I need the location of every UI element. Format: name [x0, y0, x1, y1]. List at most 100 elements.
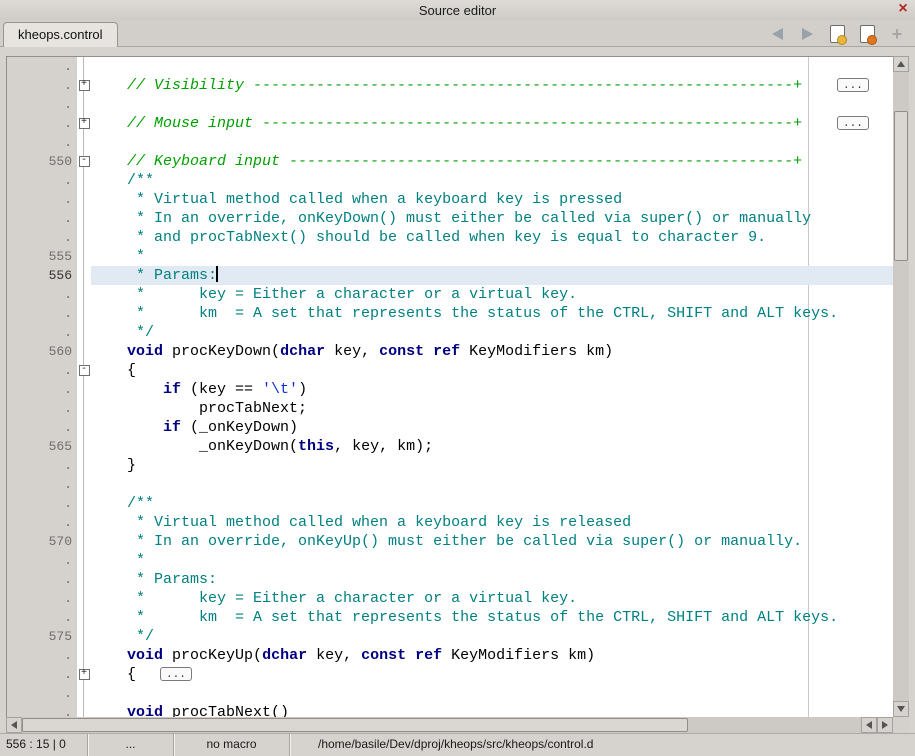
code-text[interactable]: {	[91, 361, 893, 380]
code-token: if	[163, 419, 181, 436]
code-token: (_onKeyDown)	[181, 419, 298, 436]
scroll-right-button[interactable]	[877, 717, 893, 733]
scroll-left-button[interactable]	[6, 717, 22, 733]
fold-ellipsis[interactable]: ...	[837, 116, 869, 130]
vertical-scrollbar-thumb[interactable]	[894, 111, 908, 261]
document-button-2[interactable]	[857, 24, 877, 44]
code-text[interactable]: * key = Either a character or a virtual …	[91, 589, 893, 608]
code-row: . /**	[7, 171, 893, 190]
document-modified-icon	[860, 25, 875, 43]
code-row: 560 void procKeyDown(dchar key, const re…	[7, 342, 893, 361]
code-text[interactable]: * km = A set that represents the status …	[91, 608, 893, 627]
line-dot: .	[7, 285, 77, 304]
fold-expand-icon[interactable]: +	[79, 669, 90, 680]
code-text[interactable]: * Params:	[91, 266, 893, 285]
code-text[interactable]: procTabNext;	[91, 399, 893, 418]
fold-expand-icon[interactable]: +	[79, 80, 90, 91]
fold-column	[77, 342, 91, 361]
code-text[interactable]	[91, 133, 893, 152]
vertical-scrollbar[interactable]	[893, 56, 909, 717]
code-text[interactable]: * Virtual method called when a keyboard …	[91, 513, 893, 532]
code-row: . * Virtual method called when a keyboar…	[7, 190, 893, 209]
code-token: KeyModifiers km)	[460, 343, 613, 360]
scroll-left-button-2[interactable]	[861, 717, 877, 733]
code-text[interactable]	[91, 475, 893, 494]
code-token	[91, 343, 127, 360]
code-text[interactable]: // Visibility --------------------------…	[91, 76, 893, 95]
code-text[interactable]: * key = Either a character or a virtual …	[91, 285, 893, 304]
detach-button[interactable]: +	[887, 24, 907, 44]
code-text[interactable]	[91, 57, 893, 76]
line-dot: .	[7, 304, 77, 323]
code-text[interactable]: * In an override, onKeyUp() must either …	[91, 532, 893, 551]
forward-button[interactable]	[797, 24, 817, 44]
code-text[interactable]: */	[91, 323, 893, 342]
code-token: '\t'	[262, 381, 298, 398]
code-token	[91, 495, 127, 512]
code-text[interactable]	[91, 684, 893, 703]
code-token	[91, 533, 127, 550]
code-text[interactable]: * and procTabNext() should be called whe…	[91, 228, 893, 247]
code-text[interactable]: if (key == '\t')	[91, 380, 893, 399]
code-text[interactable]: void procKeyDown(dchar key, const ref Ke…	[91, 342, 893, 361]
fold-ellipsis[interactable]: ...	[160, 667, 192, 681]
code-text[interactable]: * In an override, onKeyDown() must eithe…	[91, 209, 893, 228]
code-text[interactable]: // Keyboard input ----------------------…	[91, 152, 893, 171]
code-text[interactable]: *	[91, 247, 893, 266]
code-token	[91, 229, 127, 246]
editor[interactable]: ..+ // Visibility ----------------------…	[6, 56, 893, 717]
line-dot: .	[7, 57, 77, 76]
code-token: * In an override, onKeyUp() must either …	[127, 533, 802, 550]
tab-kheops-control[interactable]: kheops.control	[3, 22, 118, 47]
horizontal-scrollbar[interactable]	[6, 717, 893, 733]
code-text[interactable]: *	[91, 551, 893, 570]
scroll-up-button[interactable]	[893, 56, 909, 72]
close-icon[interactable]: ×	[895, 1, 911, 17]
code-row: .	[7, 684, 893, 703]
line-dot: .	[7, 513, 77, 532]
document-button-1[interactable]	[827, 24, 847, 44]
fold-collapse-icon[interactable]: -	[79, 156, 90, 167]
code-text[interactable]: void procKeyUp(dchar key, const ref KeyM…	[91, 646, 893, 665]
code-token: // Mouse input -------------------------…	[127, 115, 802, 132]
code-token: void	[127, 647, 163, 664]
code-area[interactable]: ..+ // Visibility ----------------------…	[7, 57, 893, 717]
fold-expand-icon[interactable]: +	[79, 118, 90, 129]
fold-collapse-icon[interactable]: -	[79, 365, 90, 376]
fold-column	[77, 171, 91, 190]
back-button[interactable]	[767, 24, 787, 44]
code-row: . procTabNext;	[7, 399, 893, 418]
line-dot: .	[7, 323, 77, 342]
fold-column	[77, 608, 91, 627]
scrollbar-corner	[893, 717, 909, 733]
code-text[interactable]: * Virtual method called when a keyboard …	[91, 190, 893, 209]
code-text[interactable]	[91, 95, 893, 114]
horizontal-scrollbar-thumb[interactable]	[22, 718, 688, 732]
line-dot: .	[7, 209, 77, 228]
fold-ellipsis[interactable]: ...	[837, 78, 869, 92]
line-dot: .	[7, 95, 77, 114]
line-dot: .	[7, 475, 77, 494]
code-text[interactable]: * Params:	[91, 570, 893, 589]
code-text[interactable]: /**	[91, 171, 893, 190]
code-token: procTabNext()	[163, 704, 289, 717]
code-text[interactable]: _onKeyDown(this, key, km);	[91, 437, 893, 456]
line-number: 550	[7, 152, 77, 171]
code-text[interactable]: void procTabNext()	[91, 703, 893, 717]
code-row: . * key = Either a character or a virtua…	[7, 589, 893, 608]
code-text[interactable]: // Mouse input -------------------------…	[91, 114, 893, 133]
code-text[interactable]: */	[91, 627, 893, 646]
code-text[interactable]: if (_onKeyDown)	[91, 418, 893, 437]
code-text[interactable]: {...	[91, 665, 893, 684]
scroll-down-button[interactable]	[893, 701, 909, 717]
code-row: .+ // Mouse input ----------------------…	[7, 114, 893, 133]
line-dot: .	[7, 684, 77, 703]
code-text[interactable]: * km = A set that represents the status …	[91, 304, 893, 323]
line-dot: .	[7, 551, 77, 570]
code-text[interactable]: /**	[91, 494, 893, 513]
fold-column	[77, 627, 91, 646]
code-token	[91, 286, 127, 303]
code-token	[91, 115, 127, 132]
code-text[interactable]: }	[91, 456, 893, 475]
fold-column	[77, 285, 91, 304]
